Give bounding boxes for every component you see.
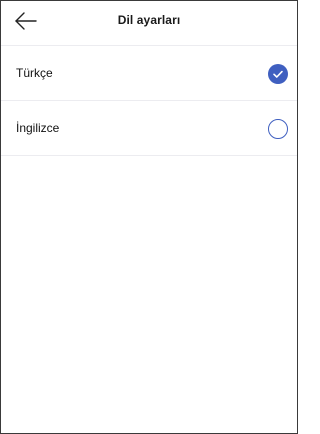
language-label: İngilizce [16,121,60,135]
app-header: Dil ayarları [1,1,297,46]
language-settings-screen: Dil ayarları Türkçe İngilizce [0,0,298,434]
language-list: Türkçe İngilizce [1,46,297,156]
radio-unchecked[interactable] [268,119,288,139]
language-label: Türkçe [16,66,53,80]
language-option-english[interactable]: İngilizce [1,101,297,156]
page-title: Dil ayarları [117,13,181,27]
language-option-turkish[interactable]: Türkçe [1,46,297,101]
checkmark-icon [273,70,283,78]
radio-checked[interactable] [268,64,288,84]
